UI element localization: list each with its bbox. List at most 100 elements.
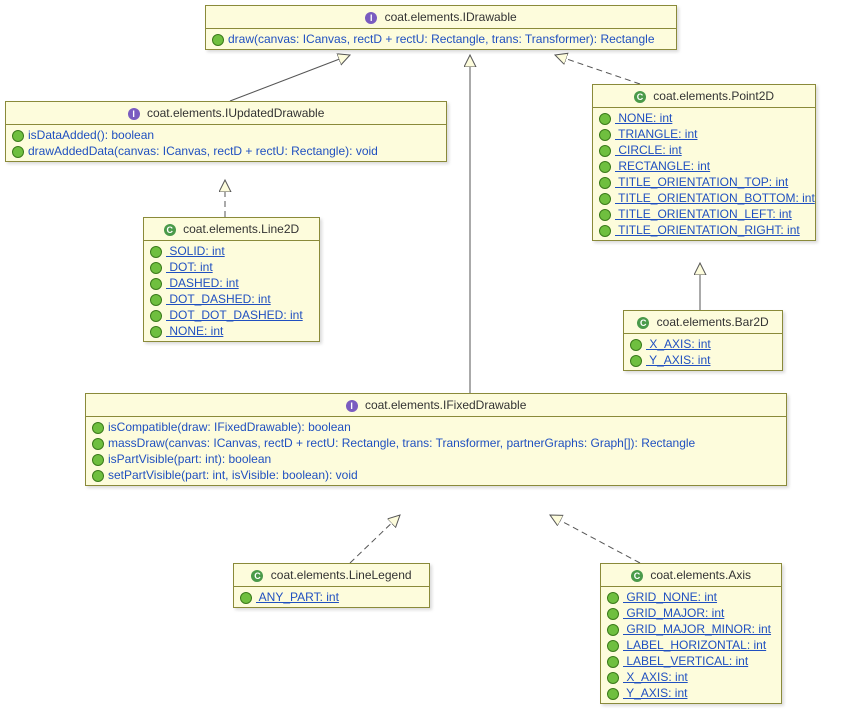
class-IDrawable[interactable]: I coat.elements.IDrawable draw(canvas: I… — [205, 5, 677, 50]
visibility-public-icon — [599, 177, 611, 189]
member[interactable]: TITLE_ORIENTATION_LEFT: int — [593, 206, 815, 222]
visibility-public-icon — [599, 161, 611, 173]
class-name: coat.elements.Bar2D — [657, 315, 769, 329]
class-IUpdatedDrawable[interactable]: I coat.elements.IUpdatedDrawable isDataA… — [5, 101, 447, 162]
member[interactable]: DOT_DOT_DASHED: int — [144, 307, 319, 323]
visibility-public-icon — [607, 608, 619, 620]
class-members: GRID_NONE: int GRID_MAJOR: int GRID_MAJO… — [601, 587, 781, 703]
member[interactable]: SOLID: int — [144, 243, 319, 259]
interface-icon: I — [346, 400, 358, 412]
class-name: coat.elements.IFixedDrawable — [365, 398, 526, 412]
class-name: coat.elements.Line2D — [183, 222, 299, 236]
class-name: coat.elements.Axis — [650, 568, 751, 582]
member[interactable]: Y_AXIS: int — [624, 352, 782, 368]
class-title: C coat.elements.Axis — [601, 564, 781, 587]
member[interactable]: X_AXIS: int — [624, 336, 782, 352]
visibility-public-icon — [150, 278, 162, 290]
class-Bar2D[interactable]: C coat.elements.Bar2D X_AXIS: int Y_AXIS… — [623, 310, 783, 371]
class-members: NONE: int TRIANGLE: int CIRCLE: int RECT… — [593, 108, 815, 240]
class-LineLegend[interactable]: C coat.elements.LineLegend ANY_PART: int — [233, 563, 430, 608]
class-members: isCompatible(draw: IFixedDrawable): bool… — [86, 417, 786, 485]
visibility-public-icon — [599, 129, 611, 141]
class-title: C coat.elements.Bar2D — [624, 311, 782, 334]
visibility-public-icon — [150, 262, 162, 274]
class-IFixedDrawable[interactable]: I coat.elements.IFixedDrawable isCompati… — [85, 393, 787, 486]
visibility-public-icon — [599, 209, 611, 221]
class-Point2D[interactable]: C coat.elements.Point2D NONE: int TRIANG… — [592, 84, 816, 241]
class-title: C coat.elements.LineLegend — [234, 564, 429, 587]
class-icon: C — [631, 570, 643, 582]
class-Axis[interactable]: C coat.elements.Axis GRID_NONE: int GRID… — [600, 563, 782, 704]
member[interactable]: TITLE_ORIENTATION_TOP: int — [593, 174, 815, 190]
visibility-public-icon — [12, 146, 24, 158]
class-icon: C — [251, 570, 263, 582]
class-members: ANY_PART: int — [234, 587, 429, 607]
visibility-public-icon — [607, 672, 619, 684]
visibility-public-icon — [607, 656, 619, 668]
visibility-public-icon — [92, 454, 104, 466]
class-Line2D[interactable]: C coat.elements.Line2D SOLID: int DOT: i… — [143, 217, 320, 342]
member[interactable]: Y_AXIS: int — [601, 685, 781, 701]
member[interactable]: CIRCLE: int — [593, 142, 815, 158]
class-title: C coat.elements.Point2D — [593, 85, 815, 108]
member[interactable]: TITLE_ORIENTATION_BOTTOM: int — [593, 190, 815, 206]
visibility-public-icon — [607, 688, 619, 700]
member[interactable]: GRID_NONE: int — [601, 589, 781, 605]
member[interactable]: isCompatible(draw: IFixedDrawable): bool… — [86, 419, 786, 435]
visibility-public-icon — [240, 592, 252, 604]
member[interactable]: isDataAdded(): boolean — [6, 127, 446, 143]
class-icon: C — [637, 317, 649, 329]
member[interactable]: DOT: int — [144, 259, 319, 275]
member[interactable]: ANY_PART: int — [234, 589, 429, 605]
visibility-public-icon — [599, 193, 611, 205]
visibility-public-icon — [607, 640, 619, 652]
visibility-public-icon — [150, 294, 162, 306]
member[interactable]: TITLE_ORIENTATION_RIGHT: int — [593, 222, 815, 238]
member[interactable]: NONE: int — [144, 323, 319, 339]
interface-icon: I — [365, 12, 377, 24]
member[interactable]: massDraw(canvas: ICanvas, rectD + rectU:… — [86, 435, 786, 451]
visibility-public-icon — [630, 339, 642, 351]
member[interactable]: LABEL_HORIZONTAL: int — [601, 637, 781, 653]
member[interactable]: GRID_MAJOR_MINOR: int — [601, 621, 781, 637]
member[interactable]: isPartVisible(part: int): boolean — [86, 451, 786, 467]
member[interactable]: GRID_MAJOR: int — [601, 605, 781, 621]
class-icon: C — [164, 224, 176, 236]
class-members: SOLID: int DOT: int DASHED: int DOT_DASH… — [144, 241, 319, 341]
class-title: I coat.elements.IFixedDrawable — [86, 394, 786, 417]
visibility-public-icon — [150, 326, 162, 338]
member[interactable]: drawAddedData(canvas: ICanvas, rectD + r… — [6, 143, 446, 159]
visibility-public-icon — [150, 246, 162, 258]
member[interactable]: RECTANGLE: int — [593, 158, 815, 174]
visibility-public-icon — [212, 34, 224, 46]
visibility-public-icon — [92, 470, 104, 482]
visibility-public-icon — [92, 438, 104, 450]
interface-icon: I — [128, 108, 140, 120]
class-icon: C — [634, 91, 646, 103]
member[interactable]: X_AXIS: int — [601, 669, 781, 685]
visibility-public-icon — [607, 592, 619, 604]
visibility-public-icon — [599, 113, 611, 125]
visibility-public-icon — [599, 225, 611, 237]
visibility-public-icon — [630, 355, 642, 367]
class-name: coat.elements.IUpdatedDrawable — [147, 106, 324, 120]
member[interactable]: draw(canvas: ICanvas, rectD + rectU: Rec… — [206, 31, 676, 47]
class-members: draw(canvas: ICanvas, rectD + rectU: Rec… — [206, 29, 676, 49]
class-members: isDataAdded(): boolean drawAddedData(can… — [6, 125, 446, 161]
visibility-public-icon — [599, 145, 611, 157]
visibility-public-icon — [150, 310, 162, 322]
class-name: coat.elements.Point2D — [653, 89, 774, 103]
visibility-public-icon — [607, 624, 619, 636]
member[interactable]: DASHED: int — [144, 275, 319, 291]
class-title: I coat.elements.IDrawable — [206, 6, 676, 29]
visibility-public-icon — [12, 130, 24, 142]
class-name: coat.elements.IDrawable — [385, 10, 517, 24]
member[interactable]: LABEL_VERTICAL: int — [601, 653, 781, 669]
member[interactable]: setPartVisible(part: int, isVisible: boo… — [86, 467, 786, 483]
visibility-public-icon — [92, 422, 104, 434]
class-members: X_AXIS: int Y_AXIS: int — [624, 334, 782, 370]
member[interactable]: TRIANGLE: int — [593, 126, 815, 142]
class-title: I coat.elements.IUpdatedDrawable — [6, 102, 446, 125]
member[interactable]: NONE: int — [593, 110, 815, 126]
member[interactable]: DOT_DASHED: int — [144, 291, 319, 307]
